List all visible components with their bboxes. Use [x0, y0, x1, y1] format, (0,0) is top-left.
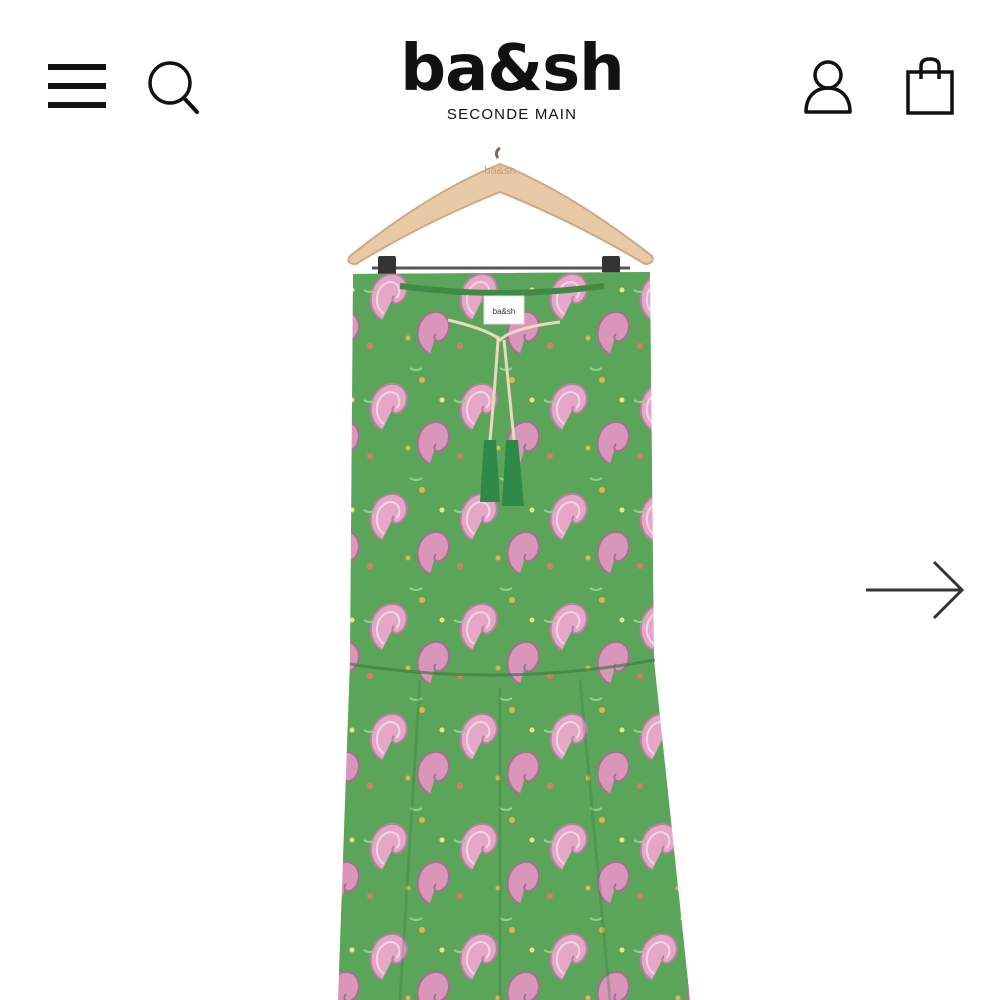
- garment: ba&sh: [338, 272, 690, 1000]
- menu-button[interactable]: [46, 60, 108, 112]
- shopping-bag-icon: [906, 57, 954, 115]
- hanger-stamp: ba&sh: [484, 165, 515, 177]
- next-image-button[interactable]: [862, 556, 970, 624]
- search-button[interactable]: [146, 58, 202, 116]
- brand-subtitle: SECONDE MAIN: [446, 106, 578, 123]
- account-button[interactable]: [800, 58, 856, 116]
- user-account-icon: [804, 60, 852, 114]
- product-gallery: ba&sh ba&sh: [0, 140, 1000, 1000]
- hamburger-menu-icon: [48, 64, 106, 108]
- brand-logo[interactable]: ba&sh SECONDE MAIN: [380, 34, 644, 124]
- brand-name: ba&sh: [400, 32, 624, 106]
- garment-label: ba&sh: [493, 307, 516, 316]
- hanger: ba&sh: [347, 146, 654, 290]
- search-icon: [148, 61, 199, 114]
- site-header: ba&sh SECONDE MAIN: [0, 0, 1000, 140]
- product-image[interactable]: ba&sh ba&sh: [0, 140, 1000, 1000]
- cart-button[interactable]: [904, 56, 956, 116]
- product-page: ba&sh SECONDE MAIN ba&sh ba&sh: [0, 0, 1000, 1000]
- arrow-right-icon: [866, 560, 965, 620]
